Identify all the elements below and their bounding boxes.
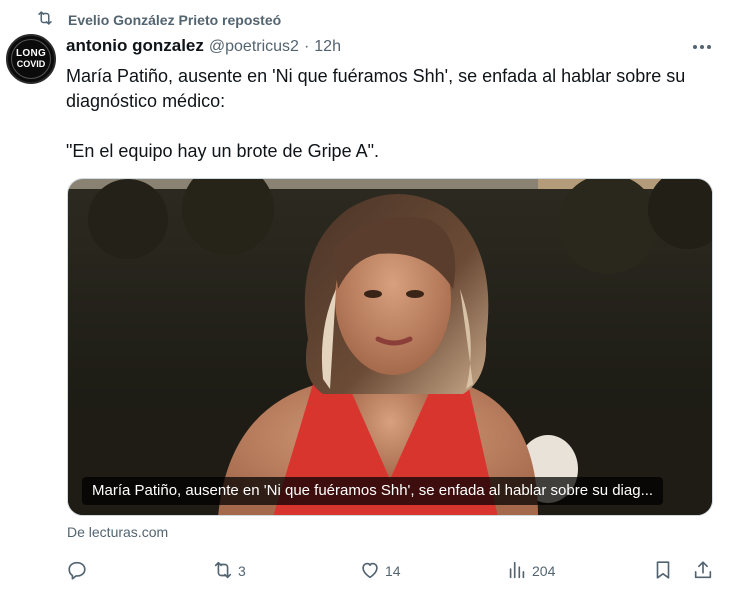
repost-header: Evelio González Prieto reposteó xyxy=(36,10,281,30)
avatar[interactable]: LONG COVID xyxy=(6,34,56,84)
bookmark-button[interactable] xyxy=(652,556,674,586)
repost-icon xyxy=(36,9,54,32)
tweet-paragraph: "En el equipo hay un brote de Gripe A". xyxy=(66,141,379,161)
separator-dot: · xyxy=(303,38,310,55)
views-button[interactable]: 204 xyxy=(506,556,555,586)
tweet-paragraph: María Patiño, ausente en 'Ni que fuéramo… xyxy=(66,66,686,111)
tweet-header: antonio gonzalez @poetricus2 · 12h xyxy=(66,36,341,58)
tweet-text: María Patiño, ausente en 'Ni que fuéramo… xyxy=(66,64,716,189)
like-count: 14 xyxy=(385,563,401,579)
repost-label[interactable]: Evelio González Prieto reposteó xyxy=(68,12,281,28)
post-time[interactable]: 12h xyxy=(314,38,341,56)
share-button[interactable] xyxy=(692,556,714,586)
reply-button[interactable] xyxy=(66,556,92,586)
views-icon xyxy=(506,559,528,584)
card-caption[interactable]: María Patiño, ausente en 'Ni que fuéramo… xyxy=(82,477,664,505)
action-bar: 3 14 204 xyxy=(66,556,716,586)
portrait-photo xyxy=(68,179,712,515)
card-source[interactable]: De lecturas.com xyxy=(67,524,168,540)
reply-icon xyxy=(66,559,88,584)
avatar-text-line1: LONG xyxy=(15,48,47,59)
repost-button[interactable]: 3 xyxy=(212,556,246,586)
link-card-image[interactable]: María Patiño, ausente en 'Ni que fuéramo… xyxy=(67,178,713,516)
author-name[interactable]: antonio gonzalez xyxy=(66,36,204,56)
bookmark-icon xyxy=(652,559,674,584)
views-count: 204 xyxy=(532,563,556,579)
heart-icon xyxy=(359,559,381,584)
share-icon xyxy=(692,559,714,584)
more-options-icon[interactable] xyxy=(692,40,712,54)
author-handle[interactable]: @poetricus2 xyxy=(209,38,299,56)
repost-count: 3 xyxy=(238,563,246,579)
repost-icon xyxy=(212,559,234,584)
like-button[interactable]: 14 xyxy=(359,556,401,586)
avatar-text-line2: COVID xyxy=(16,59,46,69)
